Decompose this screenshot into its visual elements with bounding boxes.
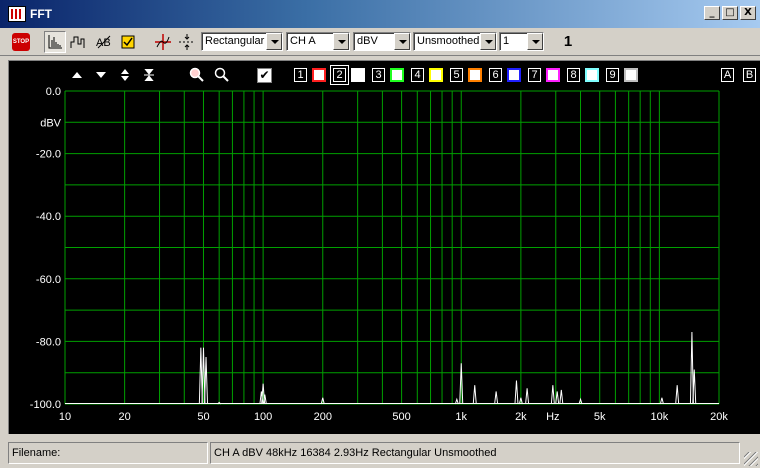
units-value: dBV	[357, 35, 378, 47]
spectrum-peak	[494, 391, 499, 405]
window-type-value: Rectangular	[205, 35, 265, 47]
peak-marker-button[interactable]	[176, 31, 198, 53]
spectrum-peak	[550, 385, 555, 405]
x-tick-label: 20k	[710, 411, 728, 423]
fft-plot-panel: ✔ 123456789 A B 0.0 dBV -20.0 -40.0 -60.0 -80…	[8, 60, 760, 434]
spectrum-peak	[204, 357, 209, 405]
waveform-button[interactable]	[68, 31, 90, 53]
channel-value: CH A	[290, 35, 316, 47]
window-type-select[interactable]: Rectangular	[201, 32, 283, 51]
chevron-down-icon[interactable]	[333, 33, 349, 50]
peak-marker-icon	[179, 34, 195, 50]
status-bar: Filename: CH A dBV 48kHz 16384 2.93Hz Re…	[0, 438, 760, 468]
fft-spectrum-chart[interactable]: 0.0 dBV -20.0 -40.0 -60.0 -80.0 -100.010 20 50 10…	[9, 61, 760, 435]
y-tick-label: -20.0	[36, 149, 61, 161]
close-button[interactable]: X	[740, 6, 756, 20]
channel-select[interactable]: CH A	[286, 32, 350, 51]
toolbar: STOP AB Rectangular	[0, 28, 760, 56]
x-tick-label: 50	[197, 411, 209, 423]
x-tick-label: 10k	[650, 411, 668, 423]
x-tick-label: 2k	[515, 411, 527, 423]
y-tick-label: -40.0	[36, 211, 61, 223]
x-tick-label: 5k	[594, 411, 606, 423]
spectrum-peak	[559, 389, 564, 405]
stop-icon: STOP	[12, 33, 30, 51]
spectrum-peak	[514, 380, 519, 405]
spectrum-peak	[472, 385, 477, 405]
stop-button[interactable]: STOP	[10, 31, 32, 53]
y-tick-label: 0.0	[46, 86, 61, 98]
cursor-crosshair-icon	[155, 34, 171, 50]
x-axis-unit-label: Hz	[546, 411, 559, 423]
settings-summary: CH A dBV 48kHz 16384 2.93Hz Rectangular …	[210, 442, 740, 464]
chevron-down-icon[interactable]	[527, 33, 543, 50]
chevron-down-icon[interactable]	[480, 33, 496, 50]
x-tick-label: 10	[59, 411, 71, 423]
waveform-icon	[70, 36, 85, 48]
x-tick-label: 100	[254, 411, 272, 423]
maximize-button[interactable]: □	[722, 6, 738, 20]
resize-grip-icon[interactable]	[744, 452, 758, 466]
averages-select[interactable]: 1	[499, 32, 544, 51]
spectrum-button[interactable]	[44, 31, 66, 53]
spectrum-peak	[675, 385, 680, 405]
title-bar: FFT _ □ X	[0, 0, 760, 28]
minimize-button[interactable]: _	[704, 6, 720, 20]
chevron-down-icon[interactable]	[394, 33, 410, 50]
averages-value: 1	[503, 35, 510, 47]
checklist-icon	[121, 35, 135, 49]
average-count: 1	[563, 33, 573, 50]
ab-compare-button[interactable]: AB	[93, 31, 115, 53]
cursor-button[interactable]	[152, 31, 174, 53]
y-tick-label: -100.0	[30, 399, 61, 411]
filename-field: Filename:	[8, 442, 208, 464]
smoothing-select[interactable]: Unsmoothed	[413, 32, 497, 51]
spectrum-icon	[48, 35, 62, 49]
x-tick-label: 1k	[455, 411, 467, 423]
app-icon	[8, 6, 26, 22]
checklist-button[interactable]	[117, 31, 139, 53]
y-tick-label: -60.0	[36, 274, 61, 286]
window-title: FFT	[30, 7, 52, 21]
y-tick-label: -80.0	[36, 336, 61, 348]
window-buttons: _ □ X	[704, 6, 756, 20]
ab-compare-icon: AB	[96, 35, 111, 49]
x-tick-label: 200	[314, 411, 332, 423]
x-tick-label: 500	[392, 411, 410, 423]
y-axis-unit-label: dBV	[40, 117, 61, 129]
units-select[interactable]: dBV	[353, 32, 411, 51]
smoothing-value: Unsmoothed	[417, 35, 480, 47]
spectrum-peak	[525, 388, 530, 405]
x-tick-label: 20	[119, 411, 131, 423]
chevron-down-icon[interactable]	[266, 33, 282, 50]
